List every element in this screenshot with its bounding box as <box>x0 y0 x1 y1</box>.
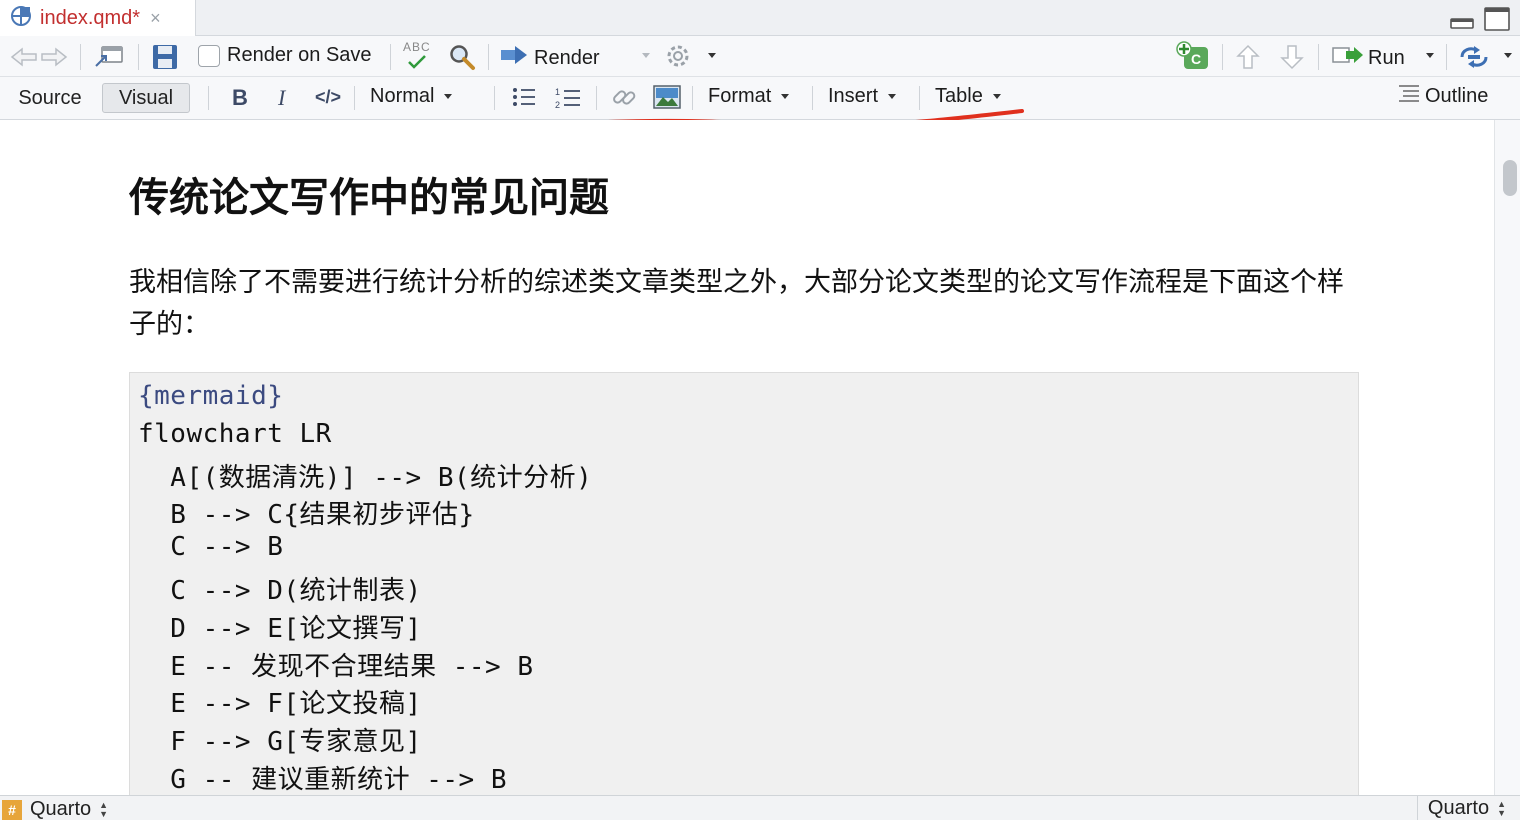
tab-index-qmd[interactable]: index.qmd* × <box>0 0 196 36</box>
editor-toolbar: Render on Save ABC Render C Run <box>0 36 1520 77</box>
code-line: B --> C{结果初步评估} <box>138 500 475 530</box>
updown-arrows-icon: ▲ ▼ <box>99 799 109 819</box>
scrollbar-thumb[interactable] <box>1503 160 1517 196</box>
run-arrow-icon <box>1332 44 1364 72</box>
file-type-selector[interactable]: Quarto ▲ ▼ <box>1416 796 1520 820</box>
tab-bar: index.qmd* × <box>0 0 1520 36</box>
code-line: {mermaid} <box>138 381 284 411</box>
outline-icon <box>1398 83 1420 109</box>
body-paragraph[interactable]: 我相信除了不需要进行统计分析的综述类文章类型之外，大部分论文类型的论文写作流程是… <box>129 262 1349 346</box>
render-button[interactable]: Render <box>500 44 600 72</box>
updown-arrows-icon: ▲ ▼ <box>1497 798 1506 818</box>
section-heading[interactable]: 传统论文写作中的常见问题 <box>129 165 609 223</box>
render-on-save-checkbox[interactable] <box>198 44 220 67</box>
render-options-dropdown[interactable] <box>632 53 650 58</box>
go-to-previous-chunk-icon[interactable] <box>1236 44 1260 70</box>
code-line: A[(数据清洗)] --> B(统计分析) <box>138 463 593 493</box>
save-icon[interactable] <box>152 44 178 70</box>
svg-text:1: 1 <box>555 87 560 97</box>
code-line: C --> B <box>138 532 284 562</box>
rstudio-editor-window: index.qmd* × Render on Save ABC Render C… <box>0 0 1520 820</box>
run-options-dropdown[interactable] <box>1416 53 1434 58</box>
rerun-icon[interactable] <box>1458 44 1490 70</box>
document-type-selector[interactable]: # Quarto ▲ ▼ <box>2 798 108 820</box>
code-line: G -- 建议重新统计 --> B <box>138 765 507 795</box>
quarto-file-icon <box>10 5 32 32</box>
show-in-window-icon[interactable] <box>94 44 124 70</box>
tab-title: index.qmd* <box>40 6 141 29</box>
mermaid-code-block[interactable]: {mermaid} flowchart LR A[(数据清洗)] --> B(统… <box>129 372 1359 812</box>
vertical-scrollbar[interactable] <box>1494 120 1520 795</box>
code-line: flowchart LR <box>138 419 332 449</box>
render-on-save-toggle[interactable]: Render on Save <box>198 44 372 67</box>
maximize-pane-icon[interactable] <box>1484 7 1510 36</box>
spellcheck-icon[interactable]: ABC <box>403 40 431 70</box>
numbered-list-icon[interactable]: 12 <box>555 86 581 110</box>
bullet-list-icon[interactable] <box>512 86 536 108</box>
insert-chunk-icon[interactable]: C <box>1176 41 1210 71</box>
status-bar: # Quarto ▲ ▼ Quarto ▲ ▼ <box>0 795 1520 820</box>
gear-icon[interactable] <box>665 43 691 69</box>
code-line: E -- 发现不合理结果 --> B <box>138 652 534 682</box>
code-line: D --> E[论文撰写] <box>138 614 422 644</box>
render-on-save-label: Render on Save <box>227 44 372 66</box>
code-line: C --> D(统计制表) <box>138 576 422 606</box>
block-format-dropdown[interactable]: Normal <box>370 85 453 108</box>
svg-text:C: C <box>1191 51 1201 67</box>
table-menu[interactable]: Table <box>935 85 1001 108</box>
code-line: F --> G[专家意见] <box>138 727 422 757</box>
quarto-badge-icon: # <box>2 799 22 820</box>
insert-menu[interactable]: Insert <box>828 85 897 108</box>
image-icon[interactable] <box>653 85 681 109</box>
go-to-next-chunk-icon[interactable] <box>1280 44 1304 70</box>
format-menu[interactable]: Format <box>708 85 790 108</box>
render-arrow-icon <box>500 44 528 72</box>
back-arrow-icon[interactable] <box>10 46 38 68</box>
run-button[interactable]: Run <box>1332 44 1405 72</box>
code-button[interactable]: </> <box>315 87 341 108</box>
rerun-options-dropdown[interactable] <box>1494 53 1512 58</box>
outline-button[interactable]: Outline <box>1398 83 1488 109</box>
code-line: E --> F[论文投稿] <box>138 689 422 719</box>
forward-arrow-icon[interactable] <box>40 46 68 68</box>
close-icon[interactable]: × <box>150 8 161 29</box>
minimize-pane-icon[interactable] <box>1450 7 1474 36</box>
settings-dropdown[interactable] <box>698 53 716 58</box>
search-icon[interactable] <box>448 43 476 71</box>
